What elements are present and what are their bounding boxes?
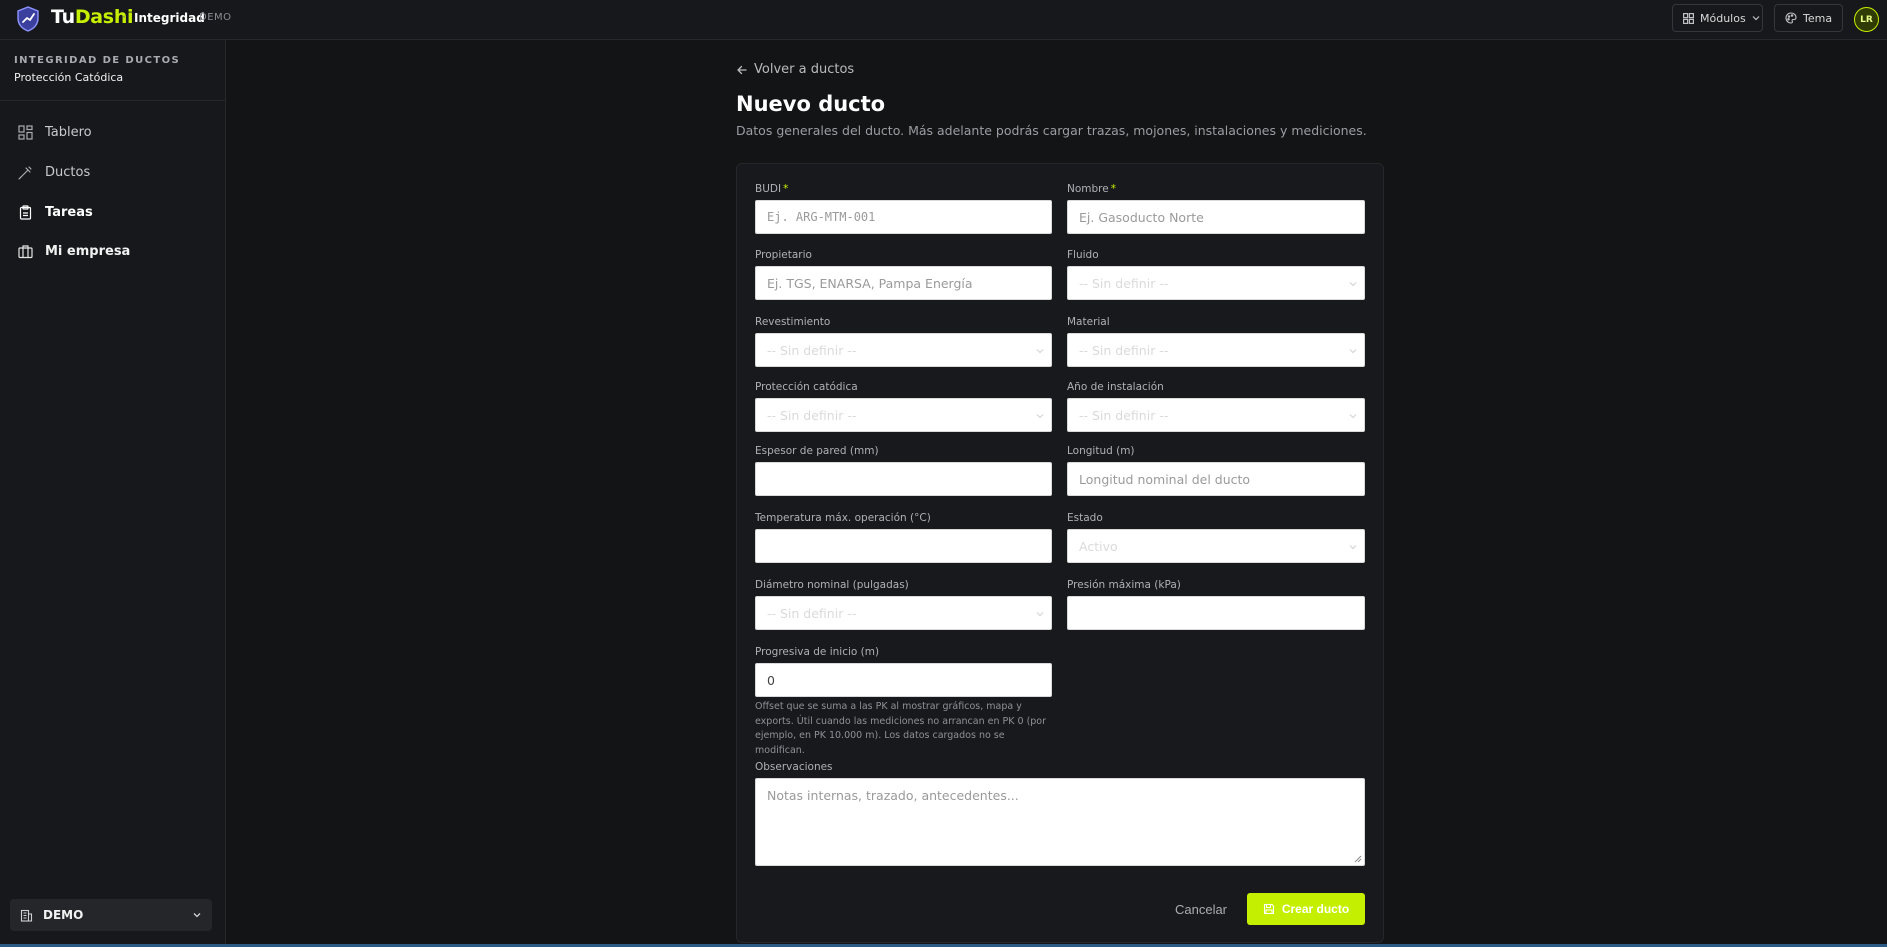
required-mark: * [1110,183,1116,195]
chevron-down-icon [1035,411,1045,421]
progresiva-help-text: Offset que se suma a las PK al mostrar g… [755,701,1047,756]
clipboard-icon [18,204,33,220]
modules-label: Módulos [1700,11,1746,25]
module-name: Integridad [134,11,205,25]
chevron-down-icon [1752,14,1760,22]
fluido-select[interactable]: -- Sin definir -- [1067,266,1365,300]
sidebar-section-subtitle: Protección Catódica [14,71,124,84]
sidebar-item-label: Mi empresa [45,243,131,259]
resize-handle-icon[interactable] [1354,855,1362,863]
page-subtitle: Datos generales del ducto. Más adelante … [736,123,1367,138]
brand-name[interactable]: TuDashi [51,6,134,28]
propietario-label: Propietario [755,249,812,261]
estado-label: Estado [1067,512,1103,524]
sidebar-item-mi-empresa[interactable]: Mi empresa [12,234,214,268]
dashboard-icon [18,124,33,140]
building-icon [20,909,33,922]
diametro-label: Diámetro nominal (pulgadas) [755,579,909,591]
chevron-down-icon [1035,346,1045,356]
progresiva-input[interactable] [755,663,1052,697]
briefcase-icon [18,244,33,259]
sidebar-item-ductos[interactable]: Ductos [12,155,214,189]
fluido-value: -- Sin definir -- [1079,275,1169,291]
observaciones-label: Observaciones [755,761,833,773]
cancel-button[interactable]: Cancelar [1170,893,1232,925]
company-selector[interactable]: DEMO [10,899,212,931]
espesor-label: Espesor de pared (mm) [755,445,879,457]
material-select[interactable]: -- Sin definir -- [1067,333,1365,367]
material-value: -- Sin definir -- [1079,342,1169,358]
sidebar-section-title: INTEGRIDAD DE DUCTOS [14,55,181,66]
chevron-down-icon [1348,411,1358,421]
brand-separator: · [122,10,126,24]
diametro-value: -- Sin definir -- [767,605,857,621]
chevron-down-icon [192,910,202,920]
budi-label: BUDI * [755,183,788,195]
propietario-input[interactable] [755,266,1052,300]
back-to-ducts-link[interactable]: Volver a ductos [736,62,854,77]
presion-label: Presión máxima (kPa) [1067,579,1181,591]
nombre-label: Nombre * [1067,183,1116,195]
anio-value: -- Sin definir -- [1079,407,1169,423]
chevron-down-icon [1348,542,1358,552]
sidebar-item-tareas[interactable]: Tareas [12,195,214,229]
top-bar: TuDashi · Integridad DEMO Módulos Tema L… [0,0,1887,40]
nombre-label-text: Nombre [1067,183,1109,195]
diametro-select[interactable]: -- Sin definir -- [755,596,1052,630]
theme-label: Tema [1803,11,1833,25]
theme-button[interactable]: Tema [1774,4,1843,32]
anio-label: Año de instalación [1067,381,1164,393]
budi-input[interactable] [755,200,1052,234]
shield-logo-icon[interactable] [16,6,40,32]
chevron-down-icon [1348,279,1358,289]
estado-select[interactable]: Activo [1067,529,1365,563]
longitud-input[interactable] [1067,462,1365,496]
back-link-label: Volver a ductos [754,62,855,77]
fluido-label: Fluido [1067,249,1099,261]
revestimiento-value: -- Sin definir -- [767,342,857,358]
arrow-left-icon [736,64,748,76]
sidebar-divider [0,100,225,101]
sidebar-item-label: Ductos [45,164,91,180]
sidebar-item-tablero[interactable]: Tablero [12,115,214,149]
proteccion-value: -- Sin definir -- [767,407,857,423]
grid-icon [1683,12,1694,24]
sidebar-item-label: Tablero [45,124,92,140]
observaciones-textarea[interactable] [755,778,1365,866]
proteccion-select[interactable]: -- Sin definir -- [755,398,1052,432]
longitud-label: Longitud (m) [1067,445,1135,457]
proteccion-label: Protección catódica [755,381,858,393]
company-name: DEMO [43,908,84,922]
palette-icon [1785,12,1797,24]
temperatura-label: Temperatura máx. operación (°C) [755,512,931,524]
user-avatar[interactable]: LR [1854,7,1879,32]
anio-select[interactable]: -- Sin definir -- [1067,398,1365,432]
page-title: Nuevo ducto [736,92,886,116]
nombre-input[interactable] [1067,200,1365,234]
modules-button[interactable]: Módulos [1672,4,1763,32]
required-mark: * [783,183,789,195]
estado-value: Activo [1079,538,1118,554]
chevron-down-icon [1348,346,1358,356]
espesor-input[interactable] [755,462,1052,496]
create-duct-label: Crear ducto [1281,902,1350,916]
create-duct-button[interactable]: Crear ducto [1247,893,1365,925]
chevron-down-icon [1035,609,1045,619]
revestimiento-label: Revestimiento [755,316,831,328]
pipe-icon [18,165,33,180]
progresiva-label: Progresiva de inicio (m) [755,646,880,658]
budi-label-text: BUDI [755,183,782,195]
save-icon [1263,903,1275,915]
temperatura-input[interactable] [755,529,1052,563]
brand-tu: Tu [51,6,75,28]
revestimiento-select[interactable]: -- Sin definir -- [755,333,1052,367]
material-label: Material [1067,316,1110,328]
presion-input[interactable] [1067,596,1365,630]
env-badge: DEMO [199,12,232,23]
sidebar: INTEGRIDAD DE DUCTOS Protección Catódica… [0,40,226,947]
sidebar-item-label: Tareas [45,204,93,220]
